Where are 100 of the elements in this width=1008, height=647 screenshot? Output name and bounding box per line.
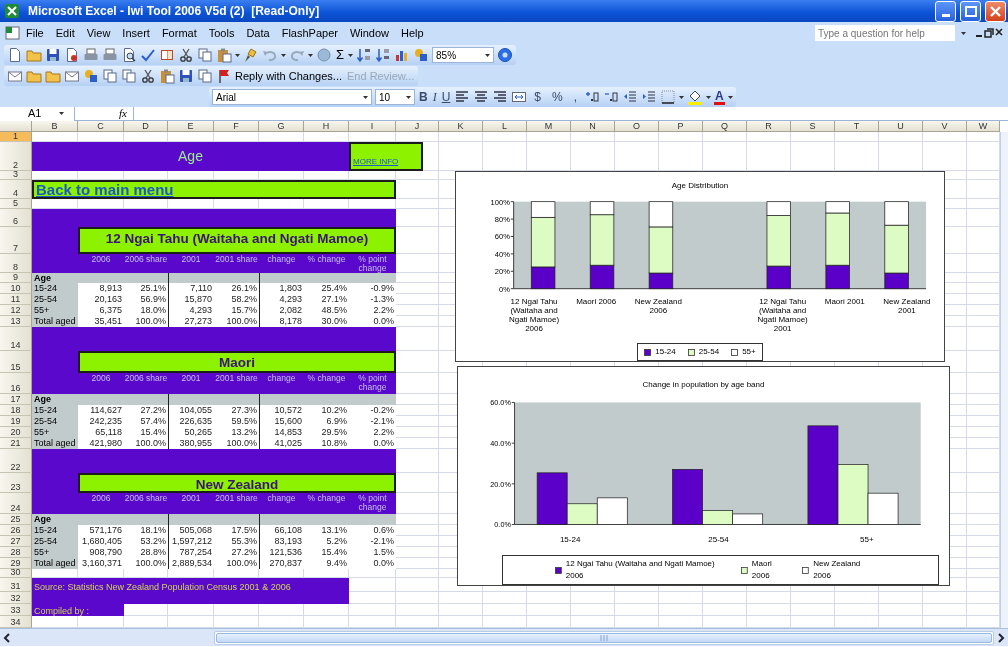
copy-icon[interactable] <box>197 68 213 84</box>
font-field[interactable]: Arial <box>212 89 372 105</box>
column-header[interactable]: F <box>214 121 259 132</box>
column-header[interactable]: K <box>439 121 483 132</box>
row-header[interactable]: 14 <box>0 327 32 351</box>
row-header[interactable]: 16 <box>0 373 32 394</box>
scroll-left-button[interactable] <box>2 631 12 644</box>
envelope-icon[interactable] <box>64 68 80 84</box>
column-header[interactable]: Q <box>703 121 747 132</box>
save-icon[interactable] <box>178 68 194 84</box>
row-header[interactable]: 6 <box>0 209 32 227</box>
row-header[interactable]: 17 <box>0 394 32 405</box>
caret-icon[interactable] <box>706 95 712 99</box>
printer-icon[interactable] <box>83 47 99 63</box>
save-icon[interactable] <box>45 47 61 63</box>
font-size-field[interactable]: 10 <box>375 89 415 105</box>
format-button[interactable]: I <box>431 88 438 106</box>
function-button[interactable]: fx <box>113 105 133 122</box>
font-color-button[interactable]: A <box>714 89 725 105</box>
format-button[interactable]: U <box>440 88 452 106</box>
caret-icon[interactable] <box>485 53 491 57</box>
merge-cells-icon[interactable] <box>511 89 528 105</box>
back-to-menu-link[interactable]: Back to main menu <box>32 180 396 199</box>
column-header[interactable]: O <box>615 121 659 132</box>
caret-icon[interactable] <box>59 112 65 115</box>
column-header[interactable]: L <box>483 121 527 132</box>
caret-icon[interactable] <box>961 31 966 35</box>
align-left-icon[interactable] <box>454 89 471 105</box>
column-header[interactable]: P <box>659 121 703 132</box>
copy-icon[interactable] <box>102 68 118 84</box>
envelope-icon[interactable] <box>7 68 23 84</box>
column-header[interactable]: M <box>527 121 571 132</box>
print-preview-icon[interactable] <box>121 47 137 63</box>
column-header[interactable]: I <box>349 121 396 132</box>
menu-item[interactable]: Insert <box>116 23 156 43</box>
number-format-button[interactable]: % <box>548 88 567 106</box>
column-header[interactable]: D <box>124 121 168 132</box>
decrease-decimal-icon[interactable] <box>603 89 620 105</box>
scissors-icon[interactable] <box>140 68 156 84</box>
clipboard-icon[interactable] <box>216 47 232 63</box>
caret-icon[interactable] <box>308 53 313 57</box>
sort-ascending-icon[interactable] <box>356 47 373 63</box>
column-header[interactable]: T <box>835 121 879 132</box>
vertical-scrollbar[interactable] <box>1000 132 1008 628</box>
column-header[interactable]: H <box>304 121 349 132</box>
row-header[interactable]: 23 <box>0 473 32 493</box>
shapes-icon[interactable] <box>83 68 99 84</box>
help-search-field[interactable]: Type a question for help <box>815 25 955 41</box>
align-center-icon[interactable] <box>473 89 490 105</box>
column-header[interactable]: E <box>168 121 214 132</box>
menu-item[interactable]: View <box>80 23 117 43</box>
row-header[interactable]: 5 <box>0 199 32 209</box>
row-header[interactable]: 4 <box>0 180 32 199</box>
column-header[interactable]: W <box>967 121 1000 132</box>
shapes-icon[interactable] <box>413 47 430 63</box>
column-header[interactable]: J <box>396 121 439 132</box>
menu-item[interactable]: File <box>20 23 50 43</box>
caret-icon[interactable] <box>281 53 286 57</box>
row-header[interactable]: 34 <box>0 616 32 628</box>
decrease-indent-icon[interactable] <box>622 89 639 105</box>
row-header[interactable]: 24 <box>0 493 32 514</box>
restore-icon[interactable] <box>984 27 994 39</box>
permission-icon[interactable] <box>64 47 80 63</box>
more-info-link[interactable]: MORE INFO <box>349 142 423 171</box>
new-document-icon[interactable] <box>7 47 23 63</box>
caret-icon[interactable] <box>679 95 685 99</box>
review-button[interactable]: Reply with Changes... <box>216 67 343 85</box>
column-header[interactable]: C <box>78 121 124 132</box>
caret-icon[interactable] <box>406 95 411 99</box>
menu-item[interactable]: Edit <box>49 23 81 43</box>
caret-icon[interactable] <box>348 53 354 57</box>
row-header[interactable]: 22 <box>0 449 32 473</box>
row-header[interactable]: 15 <box>0 351 32 373</box>
workbook-icon[interactable] <box>4 25 20 41</box>
column-header[interactable]: R <box>747 121 791 132</box>
row-header[interactable]: 2 <box>0 142 32 171</box>
menu-item[interactable]: Help <box>395 23 430 43</box>
row-header[interactable]: 33 <box>0 604 32 616</box>
book-icon[interactable] <box>159 47 175 63</box>
zoom-field[interactable]: 85% <box>432 47 495 63</box>
menu-item[interactable]: Format <box>155 23 203 43</box>
minimize-button[interactable] <box>935 0 956 22</box>
row-header[interactable]: 7 <box>0 227 32 254</box>
row-header[interactable]: 3 <box>0 171 32 180</box>
column-header[interactable]: B <box>32 121 78 132</box>
borders-icon[interactable] <box>660 89 677 105</box>
row-header[interactable]: 32 <box>0 592 32 604</box>
scissors-icon[interactable] <box>178 47 194 63</box>
column-header[interactable]: N <box>571 121 615 132</box>
caret-icon[interactable] <box>727 95 733 99</box>
maximize-button[interactable] <box>960 0 981 22</box>
row-header[interactable]: 1 <box>0 132 32 142</box>
paint-bucket-icon[interactable] <box>687 89 704 105</box>
column-header[interactable]: G <box>259 121 304 132</box>
number-format-button[interactable]: $ <box>530 88 546 106</box>
close-button[interactable] <box>985 0 1006 22</box>
column-header[interactable]: V <box>923 121 967 132</box>
align-right-icon[interactable] <box>492 89 509 105</box>
sort-descending-icon[interactable] <box>375 47 392 63</box>
column-header[interactable]: S <box>791 121 835 132</box>
